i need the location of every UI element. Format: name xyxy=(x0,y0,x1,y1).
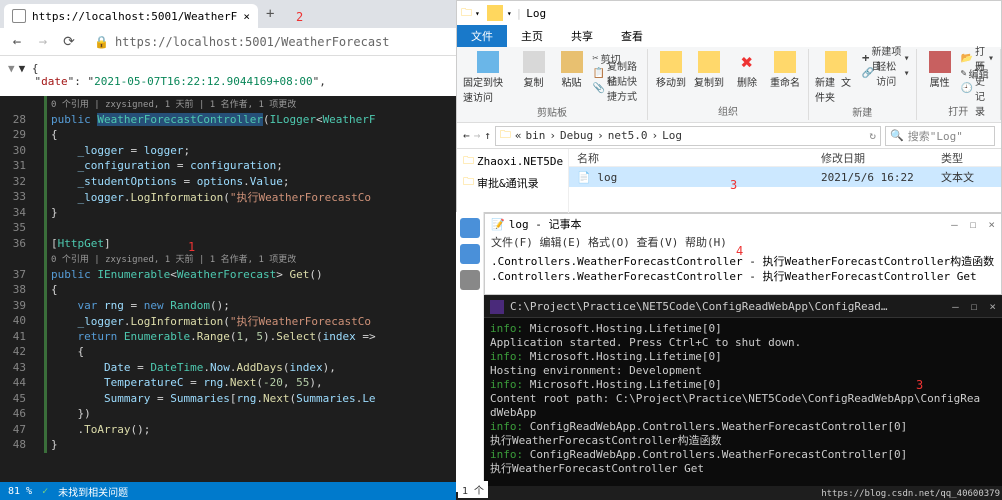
json-response: ▼▼ { "date": "2021-05-07T16:22:12.904416… xyxy=(0,56,456,96)
breadcrumb-bar: ← → ↑ 🗀 « bin › Debug › net5.0 › Log ↻ 🔍… xyxy=(457,123,1001,149)
browser-window: https://localhost:5001/WeatherF × + ← → … xyxy=(0,0,456,500)
file-row[interactable]: 📄 log 2021/5/6 16:22 文本文 xyxy=(569,167,1001,187)
item-count: 1 个 xyxy=(458,481,488,498)
folder-icon: 🗀 xyxy=(500,126,511,145)
nav-up-icon[interactable]: ↑ xyxy=(484,129,491,142)
moveto-button[interactable]: 移动到 xyxy=(654,51,688,89)
newfolder-button[interactable]: 新建 文件夹 xyxy=(815,51,858,104)
url-text: https://localhost:5001/WeatherForecast xyxy=(115,35,390,49)
cloud-icon[interactable] xyxy=(460,244,480,264)
ribbon-tabs: 文件 主页 共享 查看 xyxy=(457,25,1001,47)
rename-button[interactable]: 重命名 xyxy=(768,51,802,89)
watermark: https://blog.csdn.net/qq_40600379 xyxy=(821,489,1000,499)
close-icon[interactable]: × xyxy=(989,300,996,313)
refresh-icon[interactable]: ⟳ xyxy=(60,34,78,50)
address-bar-row: ← → ⟳ 🔒 https://localhost:5001/WeatherFo… xyxy=(0,28,456,56)
tab-file[interactable]: 文件 xyxy=(457,25,507,47)
tab-home[interactable]: 主页 xyxy=(507,25,557,47)
search-icon: 🔍 xyxy=(890,129,904,142)
tab-view[interactable]: 查看 xyxy=(607,25,657,47)
console-icon xyxy=(490,300,504,314)
window-title: Log xyxy=(526,7,546,20)
copy-button[interactable]: 复制 xyxy=(517,51,551,104)
nav-pane[interactable]: 🗀 Zhaoxi.NET5De 🗀 审批&通讯录 xyxy=(457,149,569,213)
console-titlebar[interactable]: C:\Project\Practice\NET5Code\ConfigReadW… xyxy=(484,296,1002,318)
console-output[interactable]: info: Microsoft.Hosting.Lifetime[0] Appl… xyxy=(484,318,1002,480)
nav-fwd-icon[interactable]: → xyxy=(474,129,481,142)
pc-icon[interactable] xyxy=(460,270,480,290)
code-editor[interactable]: 0 个引用 | zxysigned, 1 天前 | 1 名作者, 1 项更改28… xyxy=(0,96,456,466)
refresh-icon[interactable]: ↻ xyxy=(869,129,876,142)
column-headers[interactable]: 名称 修改日期 类型 xyxy=(569,149,1001,167)
group-new: 新建 xyxy=(815,104,910,119)
file-icon: 📄 xyxy=(577,171,591,184)
delete-button[interactable]: ✖删除 xyxy=(730,51,764,89)
search-input[interactable]: 🔍 搜索"Log" xyxy=(885,126,995,146)
folder2-icon xyxy=(487,5,503,21)
back-icon[interactable]: ← xyxy=(8,34,26,50)
lock-icon: 🔒 xyxy=(94,35,109,49)
nav-item: 🗀 Zhaoxi.NET5De xyxy=(463,151,562,172)
annotation-2: 2 xyxy=(296,10,303,24)
zoom-level[interactable]: 81 % xyxy=(8,486,32,497)
close-icon[interactable]: × xyxy=(243,10,250,23)
minimize-icon[interactable]: — xyxy=(951,218,958,231)
properties-button[interactable]: 属性 xyxy=(923,51,957,95)
onedrive-icon[interactable] xyxy=(460,218,480,238)
tab-share[interactable]: 共享 xyxy=(557,25,607,47)
group-organize: 组织 xyxy=(654,103,802,118)
browser-tab[interactable]: https://localhost:5001/WeatherF × xyxy=(4,4,258,28)
tab-strip: https://localhost:5001/WeatherF × + xyxy=(0,0,456,28)
status-check-icon: ✓ xyxy=(42,486,48,497)
pasteshortcut-button[interactable]: 📎 粘贴快捷方式 xyxy=(593,81,641,95)
nav-back-icon[interactable]: ← xyxy=(463,129,470,142)
easyaccess-button[interactable]: 🔗 轻松访问▾ xyxy=(862,66,910,80)
favicon xyxy=(12,9,26,23)
explorer-nav-icons xyxy=(456,212,484,492)
maximize-icon[interactable]: ☐ xyxy=(971,300,978,313)
url-bar[interactable]: 🔒 https://localhost:5001/WeatherForecast xyxy=(86,33,448,51)
minimize-icon[interactable]: — xyxy=(952,300,959,313)
group-clipboard: 剪贴板 xyxy=(463,104,641,119)
annotation-1: 1 xyxy=(188,240,195,254)
forward-icon[interactable]: → xyxy=(34,34,52,50)
notepad-icon: 📝 xyxy=(491,218,505,231)
annotation-4: 4 xyxy=(736,244,743,258)
close-icon[interactable]: × xyxy=(988,218,995,231)
pin-button[interactable]: 固定到快 速访问 xyxy=(463,51,513,104)
console-title: C:\Project\Practice\NET5Code\ConfigReadW… xyxy=(510,300,890,313)
explorer-titlebar[interactable]: 🗀 ▾ ▾ | Log xyxy=(457,1,1001,25)
status-bar: 81 % ✓ 未找到相关问题 xyxy=(0,482,456,500)
nav-item: 🗀 审批&通讯录 xyxy=(463,172,562,193)
history-button[interactable]: 🕘 历史记录 xyxy=(961,81,994,95)
annotation-3: 3 xyxy=(730,178,737,192)
overflow-icon[interactable]: ▾ xyxy=(507,9,512,18)
file-explorer-window: 🗀 ▾ ▾ | Log 文件 主页 共享 查看 固定到快 速访问 复制 粘贴 ✂… xyxy=(456,0,1002,213)
log-line: .Controllers.WeatherForecastController -… xyxy=(491,269,995,284)
folder-icon: 🗀 xyxy=(461,4,472,23)
new-tab-button[interactable]: + xyxy=(266,6,274,22)
group-open: 打开 xyxy=(923,103,994,118)
copyto-button[interactable]: 复制到 xyxy=(692,51,726,89)
paste-button[interactable]: 粘贴 xyxy=(555,51,589,104)
status-msg: 未找到相关问题 xyxy=(58,484,128,499)
annotation-3b: 3 xyxy=(916,378,923,392)
notepad-titlebar[interactable]: 📝 log - 记事本 — ☐ × xyxy=(485,214,1001,234)
chevron-down-icon[interactable]: ▾ xyxy=(475,9,480,18)
notepad-title: log - 记事本 xyxy=(509,216,582,232)
file-list: 名称 修改日期 类型 📄 log 2021/5/6 16:22 文本文 xyxy=(569,149,1001,213)
maximize-icon[interactable]: ☐ xyxy=(970,218,977,231)
tab-title: https://localhost:5001/WeatherF xyxy=(32,10,237,23)
console-window: C:\Project\Practice\NET5Code\ConfigReadW… xyxy=(484,296,1002,486)
breadcrumb[interactable]: 🗀 « bin › Debug › net5.0 › Log ↻ xyxy=(495,126,881,146)
ribbon: 固定到快 速访问 复制 粘贴 ✂ 剪切 📋 复制路径 📎 粘贴快捷方式 剪贴板 … xyxy=(457,47,1001,123)
